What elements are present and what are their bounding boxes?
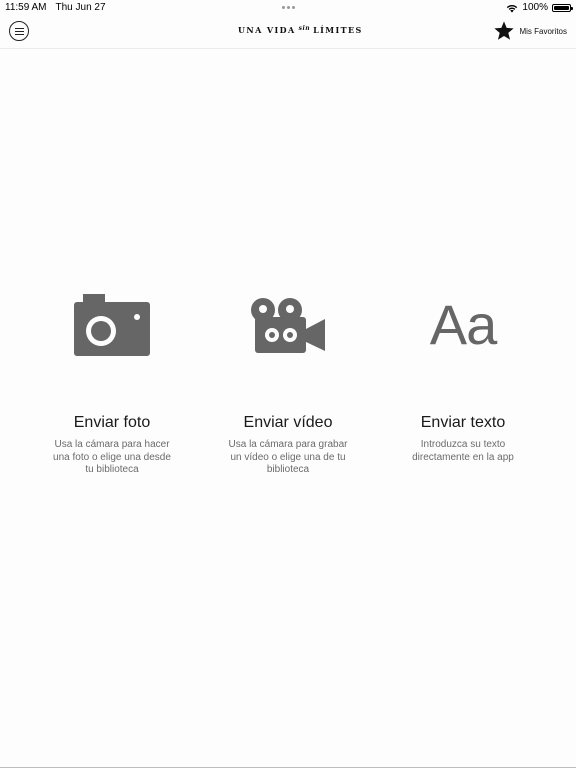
send-video-option[interactable]: Enviar vídeo Usa la cámara para grabar u… [213,285,363,477]
favorites-label: Mis Favoritos [519,26,567,36]
logo-part-2: sin [298,24,311,32]
battery-icon [552,4,573,12]
status-bar: 11:59 AM Thu Jun 27 100% [0,0,576,16]
send-video-title: Enviar vídeo [243,414,333,431]
favorites-button[interactable]: Mis Favoritos [493,20,567,42]
battery-percent: 100% [522,2,548,13]
send-photo-title: Enviar foto [73,414,151,431]
status-right: 100% [506,0,573,16]
send-text-title: Enviar texto [420,414,506,431]
send-text-description: Introduzca su texto directamente en la a… [412,439,514,463]
star-icon [494,21,515,40]
status-date: Thu Jun 27 [55,2,106,13]
camera-icon [74,294,150,356]
logo-part-1: UNA VIDA [238,25,296,35]
status-time: 11:59 AM [5,2,47,13]
screen: 11:59 AM Thu Jun 27 100% UNA VIDA sin LÍ… [0,0,576,768]
send-text-option[interactable]: Aa Enviar texto Introduzca su texto dire… [388,285,538,464]
multitasking-dots[interactable] [282,6,295,9]
send-video-description: Usa la cámara para grabar un vídeo o eli… [228,439,348,475]
app-logo: UNA VIDA sin LÍMITES [238,24,363,36]
menu-button[interactable] [9,21,29,41]
logo-part-3: LÍMITES [313,25,363,35]
nav-bar: UNA VIDA sin LÍMITES Mis Favoritos [0,16,576,49]
text-aa-icon: Aa [429,293,497,356]
send-photo-option[interactable]: Enviar foto Usa la cámara para hacer una… [37,285,187,477]
hamburger-menu-icon [14,27,24,29]
status-left: 11:59 AM Thu Jun 27 [5,0,106,16]
video-camera-icon [251,298,325,353]
send-photo-description: Usa la cámara para hacer una foto o elig… [53,439,171,475]
wifi-icon [507,4,518,12]
